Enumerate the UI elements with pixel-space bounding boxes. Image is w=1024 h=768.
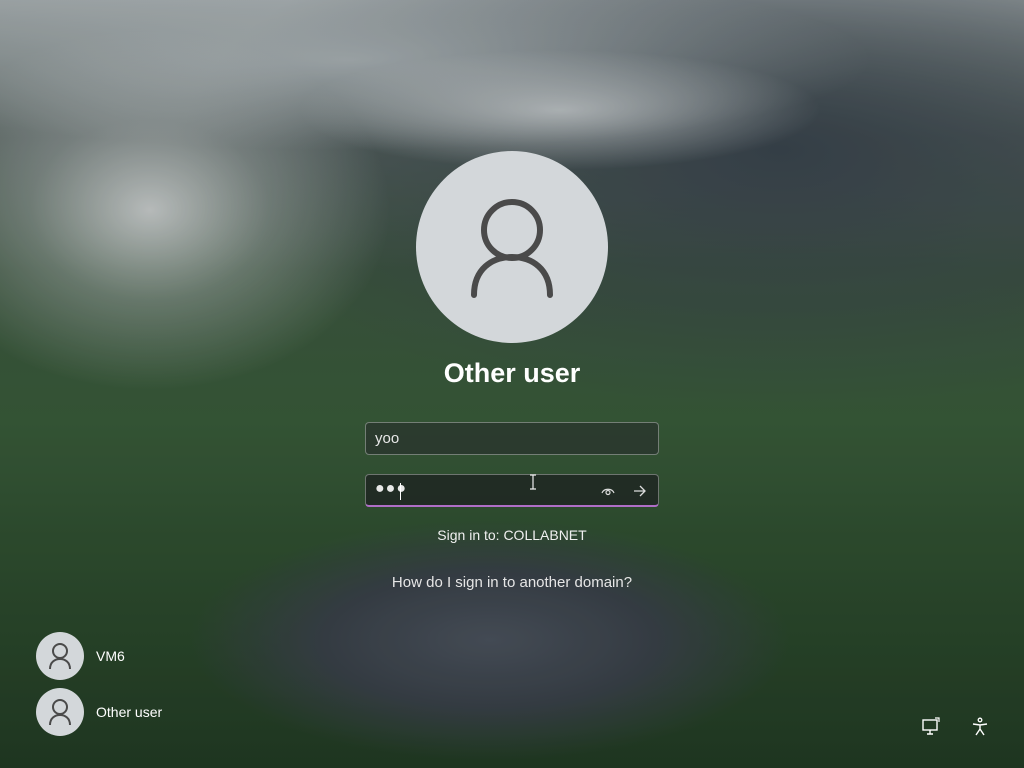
username-value: yoo — [375, 430, 400, 447]
password-field[interactable]: ●●● — [365, 474, 659, 507]
user-list-name: VM6 — [96, 648, 125, 664]
user-avatar — [416, 151, 608, 343]
person-icon — [471, 199, 553, 298]
domain-help-link[interactable]: How do I sign in to another domain? — [392, 574, 632, 591]
user-list-item-vm6[interactable]: VM6 — [36, 632, 125, 680]
eye-icon[interactable] — [599, 482, 617, 500]
accessibility-icon[interactable] — [969, 716, 991, 738]
user-list-item-other-user[interactable]: Other user — [36, 688, 162, 736]
domain-help-link-row: How do I sign in to another domain? — [0, 574, 1024, 591]
person-icon — [49, 643, 71, 670]
arrow-right-icon[interactable] — [631, 482, 649, 500]
sign-in-domain-text: Sign in to: COLLABNET — [437, 527, 587, 543]
avatar — [36, 632, 84, 680]
avatar — [36, 688, 84, 736]
network-icon[interactable] — [920, 716, 942, 738]
person-icon — [49, 699, 71, 726]
ibeam-cursor-icon — [529, 474, 537, 494]
password-value: ●●● — [375, 480, 407, 497]
username-field[interactable]: yoo — [365, 422, 659, 455]
text-caret — [400, 483, 401, 500]
user-list-name: Other user — [96, 704, 163, 720]
account-name-title: Other user — [443, 358, 581, 388]
